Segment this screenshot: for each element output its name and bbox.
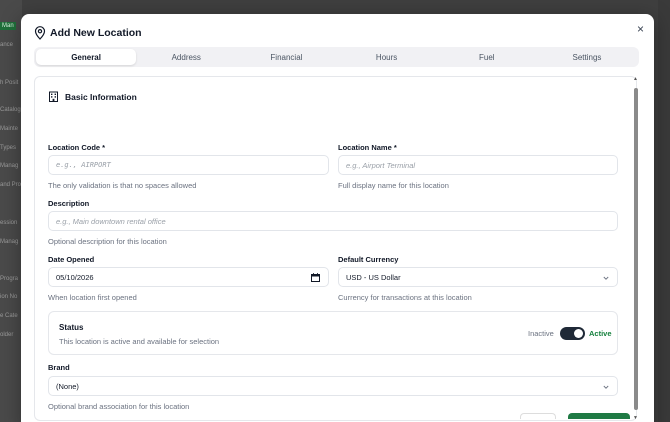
content-scrollbar[interactable]: ▲ ▼ bbox=[633, 76, 639, 421]
description-input[interactable]: e.g., Main downtown rental office bbox=[48, 211, 618, 231]
chevron-down-icon bbox=[603, 276, 609, 280]
section-title: Basic Information bbox=[48, 91, 137, 102]
default-currency-select[interactable]: USD - US Dollar bbox=[338, 267, 618, 287]
default-currency-help: Currency for transactions at this locati… bbox=[338, 293, 472, 302]
background-nav-item: Mainte bbox=[0, 126, 19, 132]
location-name-help: Full display name for this location bbox=[338, 181, 449, 190]
status-title: Status bbox=[59, 323, 84, 332]
tab-bar: General Address Financial Hours Fuel Set… bbox=[34, 47, 639, 67]
date-opened-value: 05/10/2026 bbox=[56, 272, 94, 282]
tab-financial[interactable]: Financial bbox=[236, 49, 336, 65]
tab-settings[interactable]: Settings bbox=[537, 49, 637, 65]
brand-label: Brand bbox=[48, 363, 70, 372]
background-nav-item: h Posit bbox=[0, 80, 19, 86]
status-active-label: Active bbox=[589, 329, 612, 338]
brand-help: Optional brand association for this loca… bbox=[48, 402, 190, 411]
location-name-input[interactable]: e.g., Airport Terminal bbox=[338, 155, 618, 175]
brand-value: (None) bbox=[56, 381, 79, 391]
modal-footer-buttons-edge bbox=[520, 413, 630, 419]
status-card: Status This location is active and avail… bbox=[48, 311, 618, 355]
status-inactive-label: Inactive bbox=[528, 329, 554, 338]
cancel-button[interactable] bbox=[520, 413, 556, 419]
background-nav-item: Types bbox=[0, 145, 17, 151]
building-icon bbox=[49, 91, 58, 102]
location-name-placeholder: e.g., Airport Terminal bbox=[346, 160, 416, 170]
location-code-input[interactable]: e.g., AIRPORT bbox=[48, 155, 329, 175]
background-right-edge bbox=[658, 0, 670, 422]
tab-general[interactable]: General bbox=[36, 49, 137, 65]
scroll-down-arrow-icon[interactable]: ▼ bbox=[633, 415, 638, 421]
save-button[interactable] bbox=[568, 413, 630, 419]
tab-hours[interactable]: Hours bbox=[337, 49, 437, 65]
date-opened-help: When location first opened bbox=[48, 293, 137, 302]
default-currency-value: USD - US Dollar bbox=[346, 272, 401, 282]
background-sidebar: Man ance h Posit Catalog Mainte Types Ma… bbox=[0, 0, 22, 422]
location-code-label: Location Code * bbox=[48, 143, 106, 152]
scroll-up-arrow-icon[interactable]: ▲ bbox=[633, 76, 638, 82]
background-nav-item: Manag bbox=[0, 239, 19, 245]
tab-address[interactable]: Address bbox=[136, 49, 236, 65]
location-code-placeholder: e.g., AIRPORT bbox=[56, 161, 111, 169]
map-pin-icon bbox=[34, 26, 46, 40]
background-nav-item: ession bbox=[0, 220, 18, 226]
status-toggle[interactable] bbox=[560, 327, 585, 340]
modal-title: Add New Location bbox=[50, 27, 142, 39]
background-nav-item: Catalog bbox=[0, 107, 21, 113]
location-code-help: The only validation is that no spaces al… bbox=[48, 181, 197, 190]
calendar-icon[interactable] bbox=[311, 273, 320, 282]
close-button[interactable]: × bbox=[637, 22, 644, 36]
background-nav-item: e Cate bbox=[0, 313, 18, 319]
description-placeholder: e.g., Main downtown rental office bbox=[56, 216, 166, 226]
add-location-modal: Add New Location × General Address Finan… bbox=[21, 14, 654, 422]
status-description: This location is active and available fo… bbox=[59, 337, 220, 346]
description-label: Description bbox=[48, 199, 90, 208]
background-nav-item: Progra bbox=[0, 276, 19, 282]
description-help: Optional description for this location bbox=[48, 237, 167, 246]
date-opened-label: Date Opened bbox=[48, 255, 95, 264]
background-nav-item: Manag bbox=[0, 163, 19, 169]
default-currency-label: Default Currency bbox=[338, 255, 399, 264]
date-opened-input[interactable]: 05/10/2026 bbox=[48, 267, 329, 287]
location-name-label: Location Name * bbox=[338, 143, 397, 152]
status-toggle-knob bbox=[574, 329, 583, 338]
background-nav-item: Man bbox=[0, 22, 16, 30]
tab-fuel[interactable]: Fuel bbox=[437, 49, 537, 65]
background-nav-item: older bbox=[0, 332, 14, 338]
background-nav-item: ion No bbox=[0, 294, 18, 300]
background-nav-item: ance bbox=[0, 42, 14, 48]
chevron-down-icon bbox=[603, 385, 609, 389]
background-nav-item: and Pro bbox=[0, 182, 22, 188]
brand-select[interactable]: (None) bbox=[48, 376, 618, 396]
section-title-text: Basic Information bbox=[65, 91, 137, 102]
scroll-thumb[interactable] bbox=[634, 88, 638, 410]
general-tab-panel: Basic Information Location Code * e.g., … bbox=[34, 76, 637, 421]
